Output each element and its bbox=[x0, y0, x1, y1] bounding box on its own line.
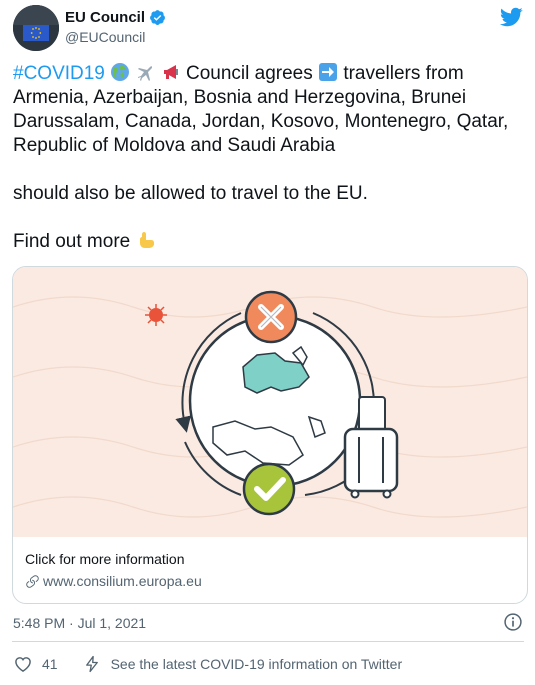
travel-restrictions-illustration bbox=[13, 267, 527, 537]
like-button[interactable]: 41 bbox=[13, 654, 58, 674]
like-count: 41 bbox=[42, 656, 58, 672]
twitter-bird-icon[interactable] bbox=[499, 5, 523, 29]
hashtag-link[interactable]: #COVID19 bbox=[13, 63, 105, 84]
covid-info-text[interactable]: See the latest COVID-19 information on T… bbox=[111, 656, 403, 672]
heart-icon bbox=[15, 657, 31, 672]
link-icon bbox=[26, 574, 39, 588]
lightning-icon bbox=[85, 655, 98, 673]
info-icon[interactable] bbox=[503, 612, 523, 632]
tweet-line2: should also be allowed to travel to the … bbox=[13, 183, 368, 204]
pointing-down-icon bbox=[139, 232, 154, 248]
timestamp[interactable]: 5:48 PM · Jul 1, 2021 bbox=[13, 615, 146, 631]
divider bbox=[12, 641, 524, 642]
card-image[interactable] bbox=[13, 267, 527, 537]
covid-info-link[interactable]: See the latest COVID-19 information on T… bbox=[83, 655, 403, 673]
tweet-header: EU Council @EUCouncil bbox=[13, 5, 523, 51]
right-arrow-icon bbox=[319, 63, 338, 81]
card-domain[interactable]: www.consilium.europa.eu bbox=[43, 573, 202, 589]
tweet-line1-text: Council agrees bbox=[186, 63, 319, 84]
megaphone-icon bbox=[163, 65, 178, 79]
tweet-actions: 41 See the latest COVID-19 information o… bbox=[13, 654, 402, 674]
eu-flag-avatar-icon bbox=[13, 5, 59, 51]
airplane-icon bbox=[138, 66, 153, 81]
card-url[interactable]: www.consilium.europa.eu bbox=[25, 573, 202, 589]
verified-badge-icon bbox=[150, 10, 165, 25]
handle[interactable]: @EUCouncil bbox=[65, 29, 166, 45]
virus-icon bbox=[145, 304, 167, 326]
display-name[interactable]: EU Council bbox=[65, 9, 145, 26]
avatar[interactable] bbox=[13, 5, 59, 51]
find-out-more-text: Find out more bbox=[13, 231, 131, 252]
link-card[interactable]: Click for more information www.consilium… bbox=[12, 266, 528, 604]
tweet-text: #COVID19 Council agrees travellers from … bbox=[13, 62, 525, 254]
globe-icon bbox=[111, 63, 130, 81]
card-title[interactable]: Click for more information bbox=[25, 551, 202, 567]
